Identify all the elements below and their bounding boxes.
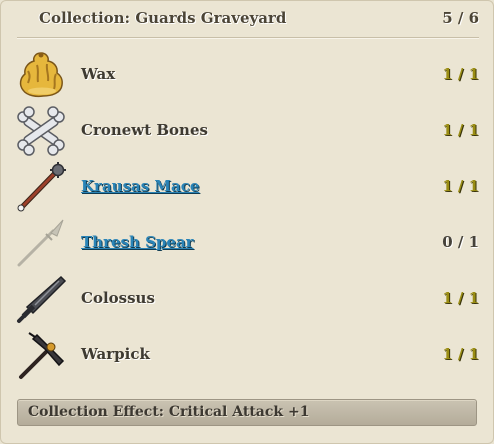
list-item-warpick[interactable]: Warpick 1 / 1	[1, 329, 494, 385]
list-item-krausas-mace[interactable]: Krausas Mace 1 / 1	[1, 161, 494, 217]
item-link-thresh-spear[interactable]: Thresh Spear	[81, 233, 194, 251]
list-item-thresh-spear[interactable]: Thresh Spear 0 / 1	[1, 217, 494, 273]
item-qty-cronewt-bones: 1 / 1	[442, 121, 479, 139]
collection-title: Collection: Guards Graveyard	[39, 9, 287, 27]
item-qty-wax: 1 / 1	[442, 65, 479, 83]
list-item-cronewt-bones[interactable]: Cronewt Bones 1 / 1	[1, 105, 494, 161]
collection-effect-bar: Collection Effect: Critical Attack +1	[17, 399, 477, 426]
item-name-colossus: Colossus	[81, 289, 155, 307]
item-qty-colossus: 1 / 1	[442, 289, 479, 307]
mace-icon	[15, 161, 67, 213]
collection-progress: 5 / 6	[442, 9, 479, 27]
item-qty-warpick: 1 / 1	[442, 345, 479, 363]
collection-effect-text: Collection Effect: Critical Attack +1	[28, 404, 310, 420]
item-qty-krausas-mace: 1 / 1	[442, 177, 479, 195]
item-qty-thresh-spear: 0 / 1	[442, 233, 479, 251]
list-item-wax[interactable]: Wax 1 / 1	[1, 49, 494, 105]
wax-icon	[15, 49, 67, 101]
item-link-krausas-mace[interactable]: Krausas Mace	[81, 177, 199, 195]
collection-header: Collection: Guards Graveyard 5 / 6	[1, 1, 494, 39]
spear-icon	[15, 217, 67, 269]
crossed-bones-icon	[15, 105, 67, 157]
list-item-colossus[interactable]: Colossus 1 / 1	[1, 273, 494, 329]
collection-panel: Collection: Guards Graveyard 5 / 6 Wax 1…	[0, 0, 494, 444]
greatsword-icon	[15, 273, 67, 325]
item-name-warpick: Warpick	[81, 345, 150, 363]
warpick-icon	[15, 329, 67, 381]
item-name-wax: Wax	[81, 65, 116, 83]
item-name-cronewt-bones: Cronewt Bones	[81, 121, 208, 139]
header-divider	[17, 37, 479, 39]
